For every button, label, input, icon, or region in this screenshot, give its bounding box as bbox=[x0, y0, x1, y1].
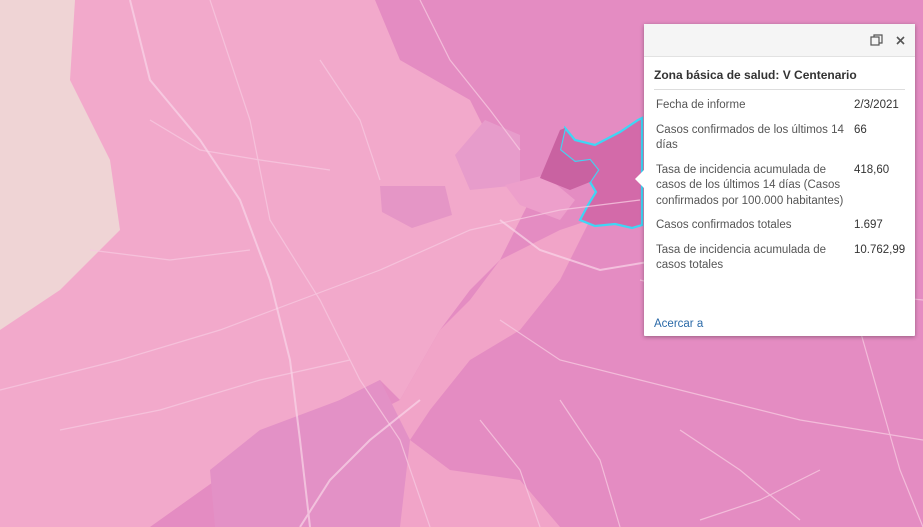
attribute-value: 1.697 bbox=[854, 219, 883, 231]
popup-pointer bbox=[635, 170, 644, 188]
attribute-label: Casos confirmados de los últimos 14 días bbox=[656, 123, 844, 152]
attribute-table: Fecha de informe 2/3/2021 Casos confirma… bbox=[654, 98, 909, 283]
attribute-value: 10.762,99 bbox=[854, 243, 906, 256]
table-row: Casos confirmados de los últimos 14 días… bbox=[654, 123, 909, 163]
attribute-label: Fecha de informe bbox=[656, 99, 746, 111]
attribute-value: 2/3/2021 bbox=[854, 99, 899, 111]
attribute-label: Casos confirmados totales bbox=[656, 219, 792, 231]
table-row: Fecha de informe 2/3/2021 bbox=[654, 98, 909, 123]
popup-title: Zona básica de salud: V Centenario bbox=[654, 68, 857, 82]
table-row: Casos confirmados totales 1.697 bbox=[654, 218, 909, 243]
feature-popup: Zona básica de salud: V Centenario Fecha… bbox=[635, 24, 915, 336]
table-row: Tasa de incidencia acumulada de casos to… bbox=[654, 243, 909, 283]
close-icon[interactable] bbox=[891, 31, 909, 49]
table-row: Tasa de incidencia acumulada de casos de… bbox=[654, 163, 909, 219]
dock-icon[interactable] bbox=[867, 31, 885, 49]
attribute-label: Tasa de incidencia acumulada de casos de… bbox=[656, 163, 844, 207]
attribute-label: Tasa de incidencia acumulada de casos to… bbox=[656, 243, 827, 272]
attribute-value: 66 bbox=[854, 123, 867, 136]
attribute-value: 418,60 bbox=[854, 163, 890, 176]
title-divider bbox=[654, 89, 905, 90]
popup-header bbox=[644, 24, 915, 57]
zoom-to-link[interactable]: Acercar a bbox=[654, 318, 703, 330]
